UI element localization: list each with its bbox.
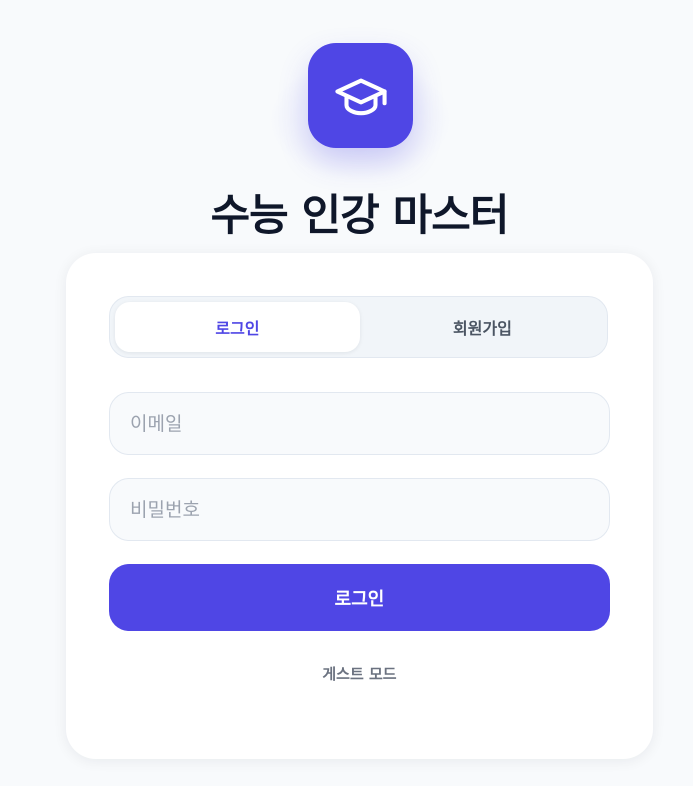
graduation-cap-icon <box>334 78 387 115</box>
password-input[interactable] <box>109 478 610 541</box>
email-input[interactable] <box>109 392 610 455</box>
login-button[interactable]: 로그인 <box>109 564 610 631</box>
app-logo <box>308 43 413 148</box>
auth-card: 로그인 회원가입 로그인 게스트 모드 <box>66 253 653 759</box>
guest-mode-link[interactable]: 게스트 모드 <box>66 663 653 684</box>
tab-login[interactable]: 로그인 <box>115 302 360 352</box>
app-title: 수능 인강 마스터 <box>210 191 510 241</box>
tab-signup[interactable]: 회원가입 <box>360 302 605 352</box>
auth-tabs: 로그인 회원가입 <box>109 296 608 358</box>
